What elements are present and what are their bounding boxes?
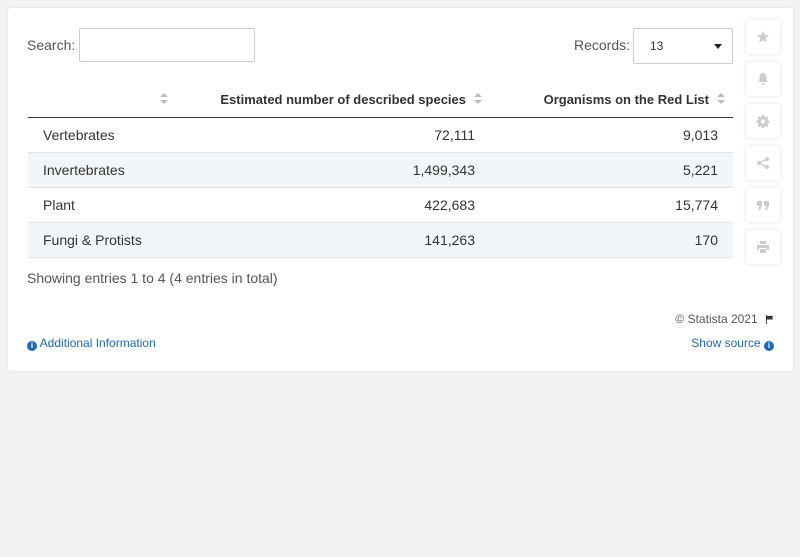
- column-header-red-list[interactable]: Organisms on the Red List: [490, 81, 733, 118]
- copyright-text: © Statista 2021: [675, 312, 758, 326]
- settings-button[interactable]: [746, 104, 780, 138]
- info-icon: i: [27, 341, 37, 351]
- sort-icon: [474, 93, 482, 105]
- flag-icon[interactable]: [765, 315, 774, 324]
- table-cell: 15,774: [490, 187, 733, 223]
- table-cell: 170: [490, 222, 733, 258]
- additional-information-label: Additional Information: [39, 336, 156, 350]
- table-cell: 1,499,343: [176, 152, 490, 188]
- entries-info: Showing entries 1 to 4 (4 entries in tot…: [27, 270, 278, 286]
- table-cell: Vertebrates: [28, 117, 176, 153]
- star-icon: [757, 31, 769, 43]
- gear-icon: [756, 115, 770, 128]
- print-icon: [757, 241, 769, 253]
- quote-icon: [757, 201, 769, 210]
- table-cell: Invertebrates: [28, 152, 176, 188]
- search-input[interactable]: [79, 28, 255, 62]
- print-button[interactable]: [746, 230, 780, 264]
- column-header-described-species[interactable]: Estimated number of described species: [176, 81, 490, 118]
- table-row: Vertebrates 72,111 9,013: [28, 117, 733, 153]
- share-button[interactable]: [746, 146, 780, 180]
- table-cell: 141,263: [176, 222, 490, 258]
- notification-button[interactable]: [746, 62, 780, 96]
- sidebar-toolbar: [746, 20, 780, 272]
- data-table: Estimated number of described species Or…: [28, 81, 733, 258]
- table-cell: Fungi & Protists: [28, 222, 176, 258]
- table-cell: Plant: [28, 187, 176, 223]
- show-source-label: Show source: [691, 336, 761, 350]
- records-label: Records:: [574, 37, 631, 53]
- additional-information-link[interactable]: i Additional Information: [27, 336, 156, 351]
- table-cell: 422,683: [176, 187, 490, 223]
- search-label: Search:: [27, 37, 76, 53]
- favorite-button[interactable]: [746, 20, 780, 54]
- column-header-name[interactable]: [28, 81, 176, 118]
- caret-down-icon: [714, 44, 722, 49]
- sort-icon: [717, 93, 725, 105]
- bell-icon: [758, 73, 768, 85]
- table-row: Plant 422,683 15,774: [28, 187, 733, 223]
- cite-button[interactable]: [746, 188, 780, 222]
- table-cell: 5,221: [490, 152, 733, 188]
- show-source-link[interactable]: Show source i: [691, 336, 774, 351]
- table-row: Invertebrates 1,499,343 5,221: [28, 152, 733, 188]
- table-cell: 9,013: [490, 117, 733, 153]
- sort-icon: [160, 93, 168, 105]
- info-icon: i: [764, 341, 774, 351]
- table-cell: 72,111: [176, 117, 490, 153]
- records-value: 13: [650, 39, 664, 53]
- statistic-card: Search: Records: 13 Estimated number of …: [8, 8, 793, 371]
- table-row: Fungi & Protists 141,263 170: [28, 222, 733, 258]
- records-select[interactable]: 13: [633, 28, 733, 64]
- copyright: © Statista 2021: [675, 312, 774, 326]
- share-icon: [757, 157, 769, 169]
